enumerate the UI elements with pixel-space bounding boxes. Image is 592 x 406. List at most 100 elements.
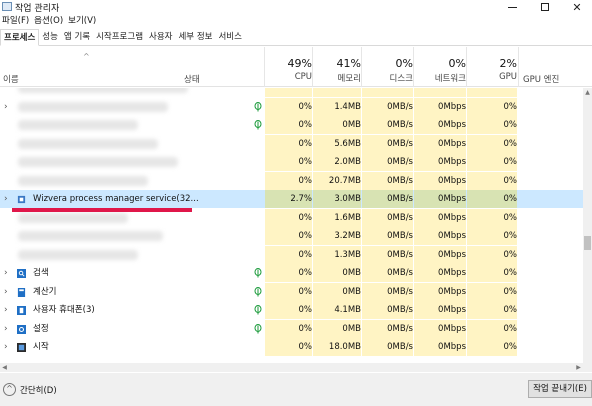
tab-1[interactable]: 성능 bbox=[39, 29, 61, 45]
gpu-column-header[interactable]: 2% GPU bbox=[467, 57, 517, 82]
maximize-button[interactable] bbox=[530, 0, 560, 14]
expand-chevron-icon[interactable]: › bbox=[4, 338, 8, 356]
disk-value: 0MB/s bbox=[387, 194, 413, 204]
service-icon bbox=[17, 195, 26, 204]
network-value bbox=[414, 88, 466, 97]
cpu-value: 0% bbox=[298, 231, 313, 241]
scroll-left-icon[interactable]: ◀ bbox=[0, 363, 9, 372]
search-app-icon bbox=[17, 269, 26, 278]
gpu-engine-column-header[interactable]: GPU 엔진 bbox=[523, 73, 559, 85]
horizontal-scrollbar[interactable]: ◀ ▶ bbox=[0, 363, 592, 372]
expand-chevron-icon[interactable]: › bbox=[4, 98, 8, 116]
gpu-value: 0% bbox=[503, 286, 518, 297]
redacted-process-name bbox=[18, 249, 138, 260]
menu-item[interactable]: 보기(V) bbox=[66, 15, 99, 28]
memory-value: 4.1MB bbox=[334, 305, 361, 315]
efficiency-mode-leaf-icon bbox=[254, 268, 262, 278]
process-row[interactable]: › 설정 0% 0MB 0MB/s 0Mbps 0% bbox=[0, 319, 583, 338]
column-divider[interactable] bbox=[518, 47, 519, 87]
process-row[interactable]: › 사용자 휴대폰(3) 0% 4.1MB 0MB/s 0Mbps 0% bbox=[0, 301, 583, 319]
menu-item[interactable]: 옵션(O) bbox=[32, 15, 66, 28]
process-row[interactable]: › 검색 0% 0MB 0MB/s 0Mbps 0% bbox=[0, 264, 583, 282]
tab-5[interactable]: 세부 정보 bbox=[175, 29, 215, 45]
tab-6[interactable]: 서비스 bbox=[215, 29, 244, 45]
redacted-process-name bbox=[18, 212, 128, 223]
expand-chevron-icon[interactable]: › bbox=[4, 264, 8, 282]
expand-chevron-icon[interactable]: › bbox=[4, 190, 8, 208]
redacted-process-name bbox=[18, 138, 158, 149]
minimize-button[interactable] bbox=[497, 0, 527, 14]
efficiency-mode-leaf-icon bbox=[254, 323, 262, 334]
efficiency-mode-leaf-icon bbox=[254, 286, 262, 297]
menu-item[interactable]: 파일(F) bbox=[0, 15, 32, 28]
vertical-scrollbar[interactable]: ▲ bbox=[583, 88, 592, 363]
efficiency-mode-leaf-icon bbox=[254, 305, 262, 315]
memory-value: 20.7MB bbox=[328, 175, 361, 186]
sort-arrow-icon[interactable]: ^ bbox=[83, 52, 90, 61]
process-row[interactable]: 0% 1.3MB 0MB/s 0Mbps 0% bbox=[0, 245, 583, 264]
gpu-value: 0% bbox=[503, 175, 518, 186]
network-value: 0Mbps bbox=[438, 194, 466, 204]
process-row[interactable]: › 0% 1.4MB 0MB/s 0Mbps 0% bbox=[0, 97, 583, 116]
disk-value: 0MB/s bbox=[387, 120, 413, 130]
process-row[interactable]: › Wizvera process manager service(32... 2.… bbox=[0, 190, 583, 208]
network-value: 0Mbps bbox=[438, 175, 466, 186]
status-column-header[interactable]: 상태 bbox=[184, 73, 200, 85]
cpu-value: 0% bbox=[298, 268, 313, 278]
process-row[interactable]: › 시작 0% 18.0MB 0MB/s 0Mbps 0% bbox=[0, 338, 583, 356]
cpu-column-header[interactable]: 49% CPU bbox=[265, 57, 312, 82]
memory-value: 5.6MB bbox=[334, 138, 361, 149]
process-name: 사용자 휴대폰(3) bbox=[33, 305, 95, 315]
disk-value: 0MB/s bbox=[387, 175, 413, 186]
disk-column-header[interactable]: 0% 디스크 bbox=[362, 57, 413, 84]
process-row[interactable]: 0% 3.2MB 0MB/s 0Mbps 0% bbox=[0, 227, 583, 245]
close-button[interactable]: ✕ bbox=[562, 0, 592, 14]
disk-value bbox=[362, 88, 413, 97]
name-column-header[interactable]: 이름 bbox=[3, 73, 19, 85]
scroll-thumb[interactable] bbox=[584, 236, 591, 250]
memory-value: 3.0MB bbox=[334, 194, 361, 204]
memory-column-header[interactable]: 41% 메모리 bbox=[313, 57, 361, 84]
process-row[interactable]: 0% 2.0MB 0MB/s 0Mbps 0% bbox=[0, 153, 583, 171]
network-total-percent: 0% bbox=[448, 57, 466, 70]
process-row[interactable] bbox=[0, 88, 583, 97]
gpu-value: 0% bbox=[503, 249, 518, 260]
gpu-value: 0% bbox=[503, 212, 518, 223]
gpu-label: GPU bbox=[499, 72, 517, 82]
memory-value: 3.2MB bbox=[334, 231, 361, 241]
network-label: 네트워크 bbox=[434, 74, 466, 84]
process-name: 시작 bbox=[33, 342, 49, 352]
process-row[interactable]: 0% 0MB 0MB/s 0Mbps 0% bbox=[0, 116, 583, 134]
disk-value: 0MB/s bbox=[387, 286, 413, 297]
tab-0[interactable]: 프로세스 bbox=[0, 29, 40, 46]
tab-4[interactable]: 사용자 bbox=[146, 29, 175, 45]
memory-value: 1.4MB bbox=[334, 101, 361, 112]
scroll-up-icon[interactable]: ▲ bbox=[583, 88, 592, 98]
tab-2[interactable]: 앱 기록 bbox=[61, 29, 93, 45]
process-row[interactable]: 0% 20.7MB 0MB/s 0Mbps 0% bbox=[0, 171, 583, 190]
disk-value: 0MB/s bbox=[387, 323, 413, 334]
tab-3[interactable]: 시작프로그램 bbox=[93, 29, 146, 45]
scroll-right-icon[interactable]: ▶ bbox=[574, 363, 583, 372]
network-value: 0Mbps bbox=[438, 342, 466, 352]
efficiency-mode-leaf-icon bbox=[254, 120, 262, 130]
redacted-process-name bbox=[18, 231, 163, 241]
process-row[interactable]: 0% 5.6MB 0MB/s 0Mbps 0% bbox=[0, 134, 583, 153]
tab-bar: 프로세스 성능 앱 기록 시작프로그램 사용자 세부 정보 서비스 bbox=[0, 29, 592, 46]
disk-value: 0MB/s bbox=[387, 212, 413, 223]
disk-value: 0MB/s bbox=[387, 231, 413, 241]
close-icon: ✕ bbox=[572, 0, 582, 14]
end-task-button[interactable]: 작업 끝내기(E) bbox=[528, 380, 592, 398]
memory-value: 1.3MB bbox=[334, 249, 361, 260]
expand-chevron-icon[interactable]: › bbox=[4, 301, 8, 319]
disk-total-percent: 0% bbox=[395, 57, 413, 70]
expand-chevron-icon[interactable]: › bbox=[4, 320, 8, 338]
expand-chevron-icon[interactable]: › bbox=[4, 283, 8, 301]
process-row[interactable]: › 계산기 0% 0MB 0MB/s 0Mbps 0% bbox=[0, 282, 583, 301]
gpu-value: 0% bbox=[503, 194, 518, 204]
chevron-up-icon[interactable]: ^ bbox=[3, 383, 16, 396]
cpu-value: 0% bbox=[298, 212, 313, 223]
fewer-details-link[interactable]: 간단히(D) bbox=[20, 384, 57, 396]
network-column-header[interactable]: 0% 네트워크 bbox=[414, 57, 466, 84]
cpu-value: 0% bbox=[298, 305, 313, 315]
